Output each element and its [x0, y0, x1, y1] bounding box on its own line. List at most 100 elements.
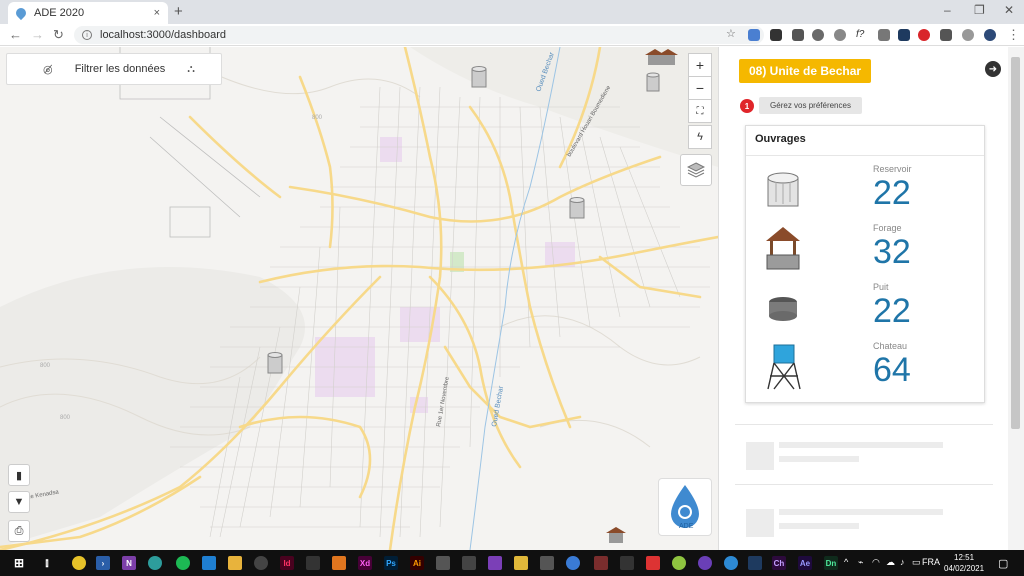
skeleton-line [779, 509, 943, 515]
vscode-icon[interactable] [202, 556, 216, 570]
clipboard-button[interactable]: ▮ [8, 464, 30, 486]
edge-icon[interactable] [148, 556, 162, 570]
extension-fonts-icon[interactable]: f? [856, 29, 868, 41]
task-view-icon[interactable]: ⫾ [40, 556, 54, 570]
skeleton-avatar [746, 509, 774, 537]
next-arrow-icon[interactable]: ➜ [985, 61, 1001, 77]
app-icon[interactable] [620, 556, 634, 570]
minimize-button[interactable]: – [944, 3, 951, 17]
powershell-icon[interactable]: › [96, 556, 110, 570]
filter-data-box[interactable]: ◎̸ Filtrer les données ⛬ [6, 53, 222, 85]
reservoir-marker[interactable] [646, 72, 660, 92]
tray-wifi-icon[interactable]: ◠ [872, 557, 880, 568]
layers-button[interactable] [680, 154, 712, 186]
reset-bearing-icon[interactable]: ϟ [688, 125, 712, 149]
clock-time: 12:51 [954, 553, 975, 562]
app-icon[interactable] [306, 556, 320, 570]
extension-icon[interactable] [812, 29, 824, 41]
extension-icon[interactable] [834, 29, 846, 41]
spotify-icon[interactable] [176, 556, 190, 570]
zoom-out-button[interactable]: − [688, 76, 712, 100]
forage-well-icon [766, 227, 800, 270]
character-animator-icon[interactable]: Ch [772, 556, 786, 570]
hierarchy-icon[interactable]: ⛬ [187, 63, 195, 76]
pref-step-badge: 1 [740, 99, 754, 113]
app-icon[interactable] [436, 556, 450, 570]
back-icon[interactable]: ← [9, 27, 22, 42]
app-icon[interactable] [566, 556, 580, 570]
forward-icon[interactable]: → [31, 27, 44, 42]
forage-marker[interactable] [606, 527, 626, 543]
extension-icon[interactable] [962, 29, 974, 41]
url-input[interactable]: i localhost:3000/dashboard [74, 26, 764, 44]
stat-value: 22 [873, 174, 911, 212]
tray-battery-icon[interactable]: ▭ [912, 557, 921, 568]
extension-icon[interactable] [940, 29, 952, 41]
unit-button[interactable]: 08) Unite de Bechar [739, 59, 872, 83]
visual-studio-icon[interactable] [488, 556, 502, 570]
clock[interactable]: 12:51 04/02/2021 [944, 552, 984, 574]
browser-tab-bar: ADE 2020 × + – ❐ ✕ [0, 0, 1024, 24]
windows-taskbar: ⊞ ⫾ › N Id Xd Ps Ai Ch Ae Dn ^ ⌁ ◠ ☁ ♪ ▭… [0, 550, 1024, 576]
fullscreen-icon[interactable]: ⛶ [688, 99, 712, 123]
tab-close-icon[interactable]: × [154, 7, 160, 19]
chrome-icon[interactable] [72, 556, 86, 570]
tray-lang[interactable]: FRA [922, 557, 940, 567]
extension-camera-icon[interactable] [878, 29, 890, 41]
github-icon[interactable] [254, 556, 268, 570]
photoshop-icon[interactable]: Ps [384, 556, 398, 570]
browser-menu-icon[interactable]: ⋮ [1007, 27, 1020, 43]
app-icon[interactable] [698, 556, 712, 570]
extension-icon[interactable] [898, 29, 910, 41]
eye-off-icon[interactable]: ◎̸ [43, 63, 53, 76]
extension-icon[interactable] [792, 29, 804, 41]
app-icon[interactable] [646, 556, 660, 570]
star-icon[interactable]: ☆ [726, 27, 736, 40]
skeleton-line [779, 456, 859, 462]
app-icon[interactable] [462, 556, 476, 570]
app-icon-active[interactable] [594, 556, 608, 570]
reload-icon[interactable]: ↻ [53, 27, 64, 43]
site-info-icon[interactable]: i [82, 30, 92, 40]
indesign-icon[interactable]: Id [280, 556, 294, 570]
notifications-icon[interactable]: ▢ [998, 557, 1008, 570]
zoom-in-button[interactable]: + [688, 53, 712, 77]
app-icon[interactable] [748, 556, 762, 570]
extension-icon[interactable] [918, 29, 930, 41]
scrollbar-thumb[interactable] [1011, 57, 1020, 429]
tray-chevron-icon[interactable]: ^ [844, 557, 848, 567]
skeleton-line [779, 442, 943, 448]
xd-icon[interactable]: Xd [358, 556, 372, 570]
onenote-icon[interactable]: N [122, 556, 136, 570]
after-effects-icon[interactable]: Ae [798, 556, 812, 570]
print-button[interactable]: ⎙ [8, 520, 30, 542]
map-view[interactable]: Oued Bechar boulevard Houari Boumediene … [0, 47, 718, 550]
tray-onedrive-icon[interactable]: ☁ [886, 557, 895, 568]
extension-icon[interactable] [770, 29, 782, 41]
tray-volume-icon[interactable]: ♪ [900, 557, 905, 567]
vlc-icon[interactable] [332, 556, 346, 570]
clipboard-icon: ▮ [15, 469, 23, 482]
dimension-icon[interactable]: Dn [824, 556, 838, 570]
extension-translate-icon[interactable] [748, 29, 760, 41]
app-icon[interactable] [540, 556, 554, 570]
maximize-button[interactable]: ❐ [974, 3, 985, 17]
windows-start-icon[interactable]: ⊞ [12, 556, 26, 570]
profile-avatar[interactable] [984, 29, 996, 41]
preferences-button[interactable]: Gérez vos préférences [759, 97, 862, 114]
app-icon[interactable] [514, 556, 528, 570]
tab-ade[interactable]: ADE 2020 × [8, 2, 168, 24]
tray-network-icon[interactable]: ⌁ [858, 557, 863, 568]
reservoir-marker[interactable] [267, 352, 283, 374]
app-icon[interactable] [672, 556, 686, 570]
file-explorer-icon[interactable] [228, 556, 242, 570]
stat-row-chateau: Chateau 64 [746, 341, 984, 399]
filter-button[interactable]: ▼ [8, 491, 30, 513]
illustrator-icon[interactable]: Ai [410, 556, 424, 570]
new-tab-button[interactable]: + [174, 3, 183, 20]
stat-row-reservoir: Reservoir 22 [746, 164, 984, 222]
reservoir-marker[interactable] [471, 66, 487, 88]
reservoir-marker[interactable] [569, 197, 585, 219]
close-window-button[interactable]: ✕ [1004, 3, 1014, 17]
app-icon[interactable] [724, 556, 738, 570]
